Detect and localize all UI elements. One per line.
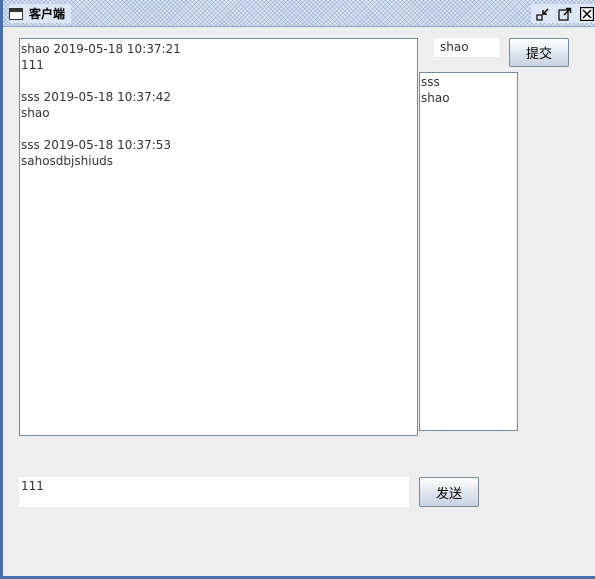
message-body: 111: [21, 58, 44, 72]
username-field[interactable]: shao: [434, 38, 499, 57]
chat-message: sss 2019-05-18 10:37:42 shao: [21, 89, 417, 121]
window-controls: [531, 4, 595, 23]
chat-history[interactable]: shao 2019-05-18 10:37:21 111 sss 2019-05…: [19, 38, 418, 436]
message-header: shao 2019-05-18 10:37:21: [21, 42, 181, 56]
message-body: sahosdbjshiuds: [21, 154, 114, 168]
user-list-item[interactable]: shao: [420, 90, 517, 106]
title-bar[interactable]: 客户端: [3, 0, 595, 27]
user-list-item[interactable]: sss: [420, 74, 517, 90]
online-user-list[interactable]: sss shao: [419, 72, 518, 431]
message-header: sss 2019-05-18 10:37:53: [21, 138, 172, 152]
minimize-icon[interactable]: [535, 6, 551, 22]
submit-button[interactable]: 提交: [509, 38, 569, 67]
window-title: 客户端: [29, 7, 66, 21]
chat-message: shao 2019-05-18 10:37:21 111: [21, 41, 417, 73]
maximize-icon[interactable]: [557, 6, 573, 22]
message-input[interactable]: 111: [19, 477, 409, 507]
message-body: shao: [21, 106, 50, 120]
chat-message: sss 2019-05-18 10:37:53 sahosdbjshiuds: [21, 137, 417, 169]
send-button[interactable]: 发送: [419, 477, 479, 507]
window-icon: [9, 7, 23, 20]
close-icon[interactable]: [579, 6, 595, 22]
title-area: 客户端: [9, 4, 72, 23]
message-header: sss 2019-05-18 10:37:42: [21, 90, 172, 104]
client-window: 客户端 shao 2019-05-18 10:37:21 111 sss 201…: [0, 0, 595, 579]
